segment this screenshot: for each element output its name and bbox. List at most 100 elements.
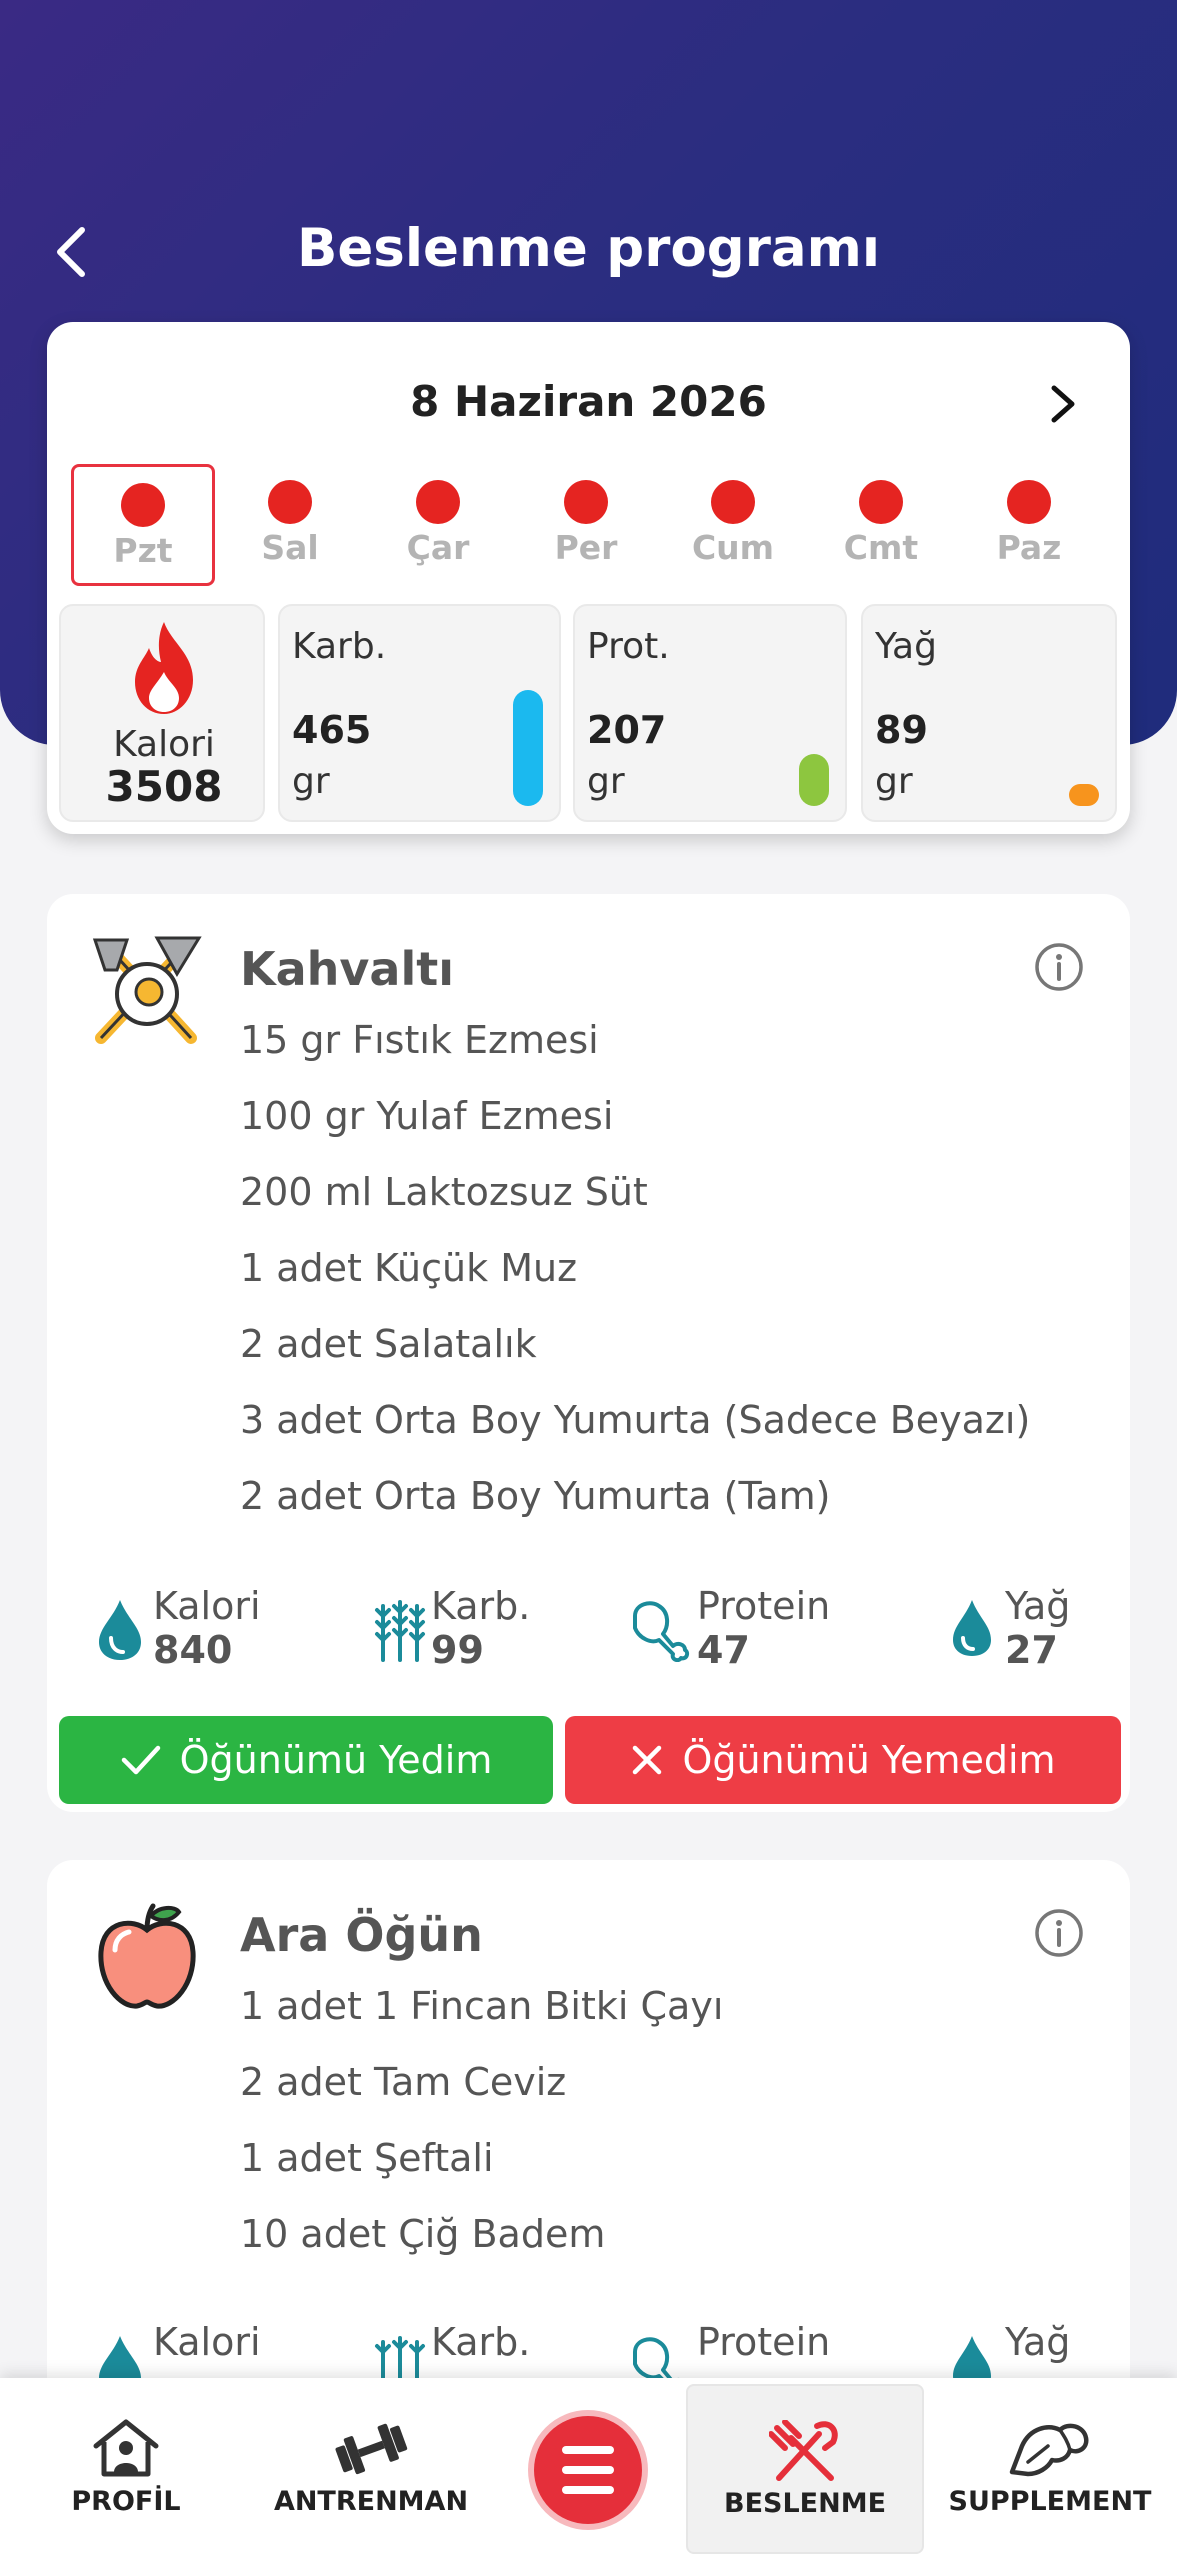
protein-value: 207 <box>587 708 667 752</box>
home-user-icon <box>93 2419 159 2477</box>
stat-label: Protein <box>697 2320 831 2364</box>
wheat-icon <box>375 1600 425 1662</box>
day-status-dot <box>1007 480 1051 524</box>
stat-value: 99 <box>431 1628 484 1672</box>
check-icon <box>121 1745 160 1775</box>
stat-label: Yağ <box>1005 1584 1071 1628</box>
date-label: 8 Haziran 2026 <box>410 377 767 426</box>
carb-unit: gr <box>292 761 330 802</box>
day-label: Cum <box>691 528 775 567</box>
nav-nutrition[interactable]: BESLENME <box>686 2384 924 2554</box>
calorie-drop-icon <box>99 1600 141 1660</box>
info-icon <box>1035 1909 1083 1957</box>
nav-supplement[interactable]: SUPPLEMENT <box>948 2378 1152 2560</box>
day-label: Paz <box>996 528 1062 567</box>
nav-profile[interactable]: PROFİL <box>30 2378 222 2560</box>
nav-label: PROFİL <box>71 2486 181 2517</box>
food-item: 1 adet 1 Fincan Bitki Çayı <box>240 1984 724 2028</box>
bottom-navigation: PROFİL ANTRENMAN BESLENME SUPPLEMENT <box>0 2378 1177 2560</box>
fat-label: Yağ <box>875 626 937 667</box>
day-status-dot <box>416 480 460 524</box>
food-item: 1 adet Küçük Muz <box>240 1246 578 1290</box>
meal-eaten-button[interactable]: Öğünümü Yedim <box>59 1716 553 1804</box>
meal-card-snack: Ara Öğün 1 adet 1 Fincan Bitki Çayı 2 ad… <box>47 1860 1130 2460</box>
meal-not-eaten-label: Öğünümü Yemedim <box>682 1738 1056 1782</box>
day-status-dot <box>564 480 608 524</box>
day-status-dot <box>859 480 903 524</box>
stat-value: 27 <box>1005 1628 1058 1672</box>
stat-label: Kalori <box>153 2320 261 2364</box>
day-status-dot <box>121 483 165 527</box>
day-status-dot <box>711 480 755 524</box>
nav-label: SUPPLEMENT <box>948 2486 1152 2517</box>
stat-label: Yağ <box>1005 2320 1071 2364</box>
day-sunday[interactable]: Paz <box>957 464 1101 586</box>
menu-icon <box>562 2446 614 2454</box>
meal-info-button[interactable] <box>1034 1908 1084 1958</box>
fat-summary: Yağ 89 gr <box>861 604 1117 822</box>
meal-info-button[interactable] <box>1034 942 1084 992</box>
day-saturday[interactable]: Cmt <box>809 464 953 586</box>
stat-value: 840 <box>153 1628 233 1672</box>
meal-fat-stat: Yağ 27 <box>951 1584 1101 1674</box>
page-title: Beslenme programı <box>296 218 881 279</box>
meal-title: Ara Öğün <box>240 1908 483 1962</box>
meal-card-breakfast: Kahvaltı 15 gr Fıstık Ezmesi 100 gr Yula… <box>47 894 1130 1812</box>
day-thursday[interactable]: Per <box>514 464 658 586</box>
protein-unit: gr <box>587 761 625 802</box>
next-date-button[interactable] <box>1042 380 1082 428</box>
stat-label: Karb. <box>431 2320 531 2364</box>
day-friday[interactable]: Cum <box>661 464 805 586</box>
menu-icon-line <box>562 2466 614 2474</box>
day-label: Çar <box>406 528 470 567</box>
calorie-summary: Kalori 3508 <box>59 604 265 822</box>
nav-label: BESLENME <box>723 2488 887 2519</box>
carb-value: 465 <box>292 708 372 752</box>
stat-label: Karb. <box>431 1584 531 1628</box>
apple-icon <box>98 1903 196 2009</box>
info-icon <box>1035 943 1083 991</box>
meal-protein-stat: Protein 47 <box>629 1584 889 1674</box>
daily-summary-card: 8 Haziran 2026 Pzt Sal Çar Per Cum Cmt P… <box>47 322 1130 834</box>
day-label: Per <box>554 528 618 567</box>
calorie-label: Kalori <box>113 724 215 765</box>
day-label: Pzt <box>113 531 173 570</box>
menu-icon-line <box>562 2486 614 2494</box>
food-item: 100 gr Yulaf Ezmesi <box>240 1094 614 1138</box>
meal-carb-stat: Karb. 99 <box>373 1584 573 1674</box>
fat-unit: gr <box>875 761 913 802</box>
day-monday[interactable]: Pzt <box>71 464 215 586</box>
day-wednesday[interactable]: Çar <box>366 464 510 586</box>
close-icon <box>633 1745 662 1775</box>
stat-label: Kalori <box>153 1584 261 1628</box>
fat-bar <box>1069 784 1099 806</box>
meal-not-eaten-button[interactable]: Öğünümü Yemedim <box>565 1716 1121 1804</box>
day-tuesday[interactable]: Sal <box>218 464 362 586</box>
day-status-dot <box>268 480 312 524</box>
stat-value: 47 <box>697 1628 750 1672</box>
carb-label: Karb. <box>292 626 387 667</box>
food-item: 15 gr Fıstık Ezmesi <box>240 1018 599 1062</box>
fat-value: 89 <box>875 708 928 752</box>
main-menu-button[interactable] <box>534 2416 642 2524</box>
calorie-value: 3508 <box>105 762 223 811</box>
dumbbell-icon <box>335 2423 408 2475</box>
food-item: 1 adet Şeftali <box>240 2136 494 2180</box>
food-item: 3 adet Orta Boy Yumurta (Sadece Beyazı) <box>240 1398 1031 1442</box>
nav-training[interactable]: ANTRENMAN <box>268 2378 474 2560</box>
food-item: 2 adet Salatalık <box>240 1322 537 1366</box>
day-label: Cmt <box>843 528 919 567</box>
food-item: 2 adet Tam Ceviz <box>240 2060 567 2104</box>
food-item: 2 adet Orta Boy Yumurta (Tam) <box>240 1474 831 1518</box>
oil-drop-icon <box>953 1600 991 1656</box>
nav-label: ANTRENMAN <box>273 2486 469 2517</box>
arm-muscle-icon <box>1009 2423 1089 2477</box>
meal-eaten-label: Öğünümü Yedim <box>179 1738 493 1782</box>
protein-summary: Prot. 207 gr <box>573 604 847 822</box>
stat-label: Protein <box>697 1584 831 1628</box>
fried-egg-cutlery-icon <box>92 936 202 1044</box>
food-item: 10 adet Çiğ Badem <box>240 2212 606 2256</box>
day-label: Sal <box>261 528 319 567</box>
chevron-right-icon <box>1051 385 1075 423</box>
protein-label: Prot. <box>587 626 670 667</box>
